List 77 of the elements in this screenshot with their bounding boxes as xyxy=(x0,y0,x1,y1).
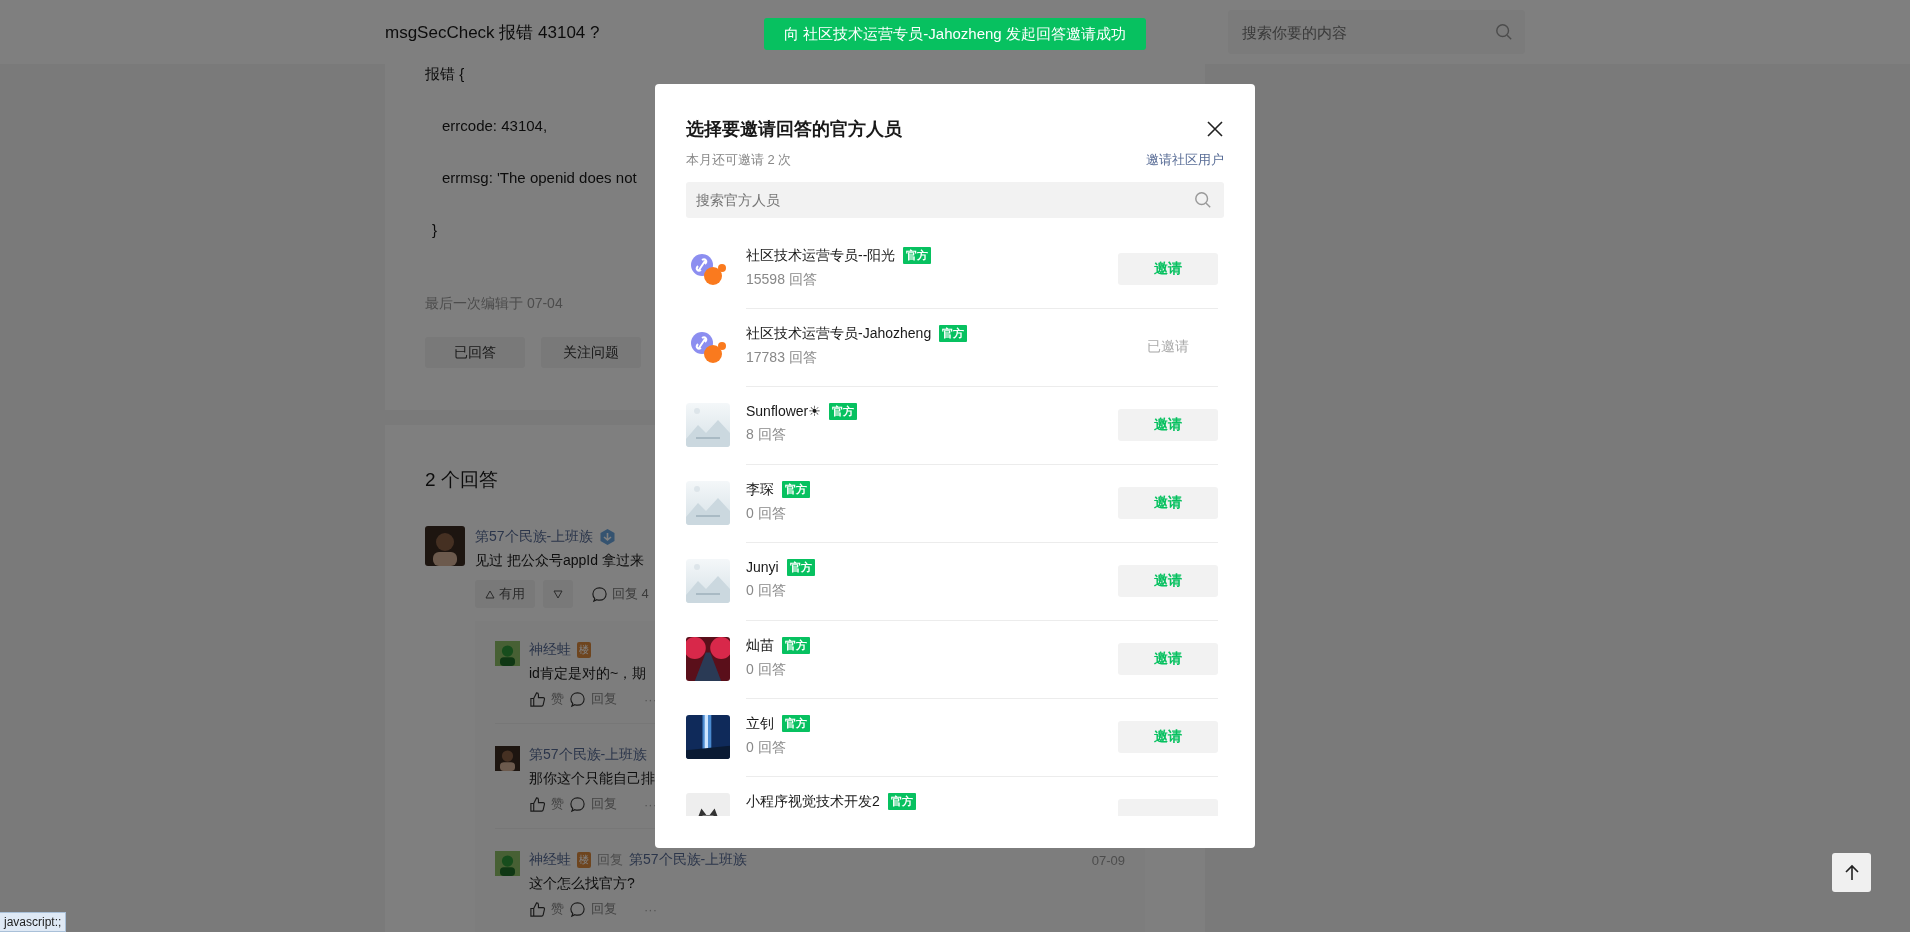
invite-button[interactable]: 邀请 xyxy=(1118,642,1218,675)
search-icon xyxy=(1495,23,1513,41)
search-field[interactable]: 搜索官方人员 xyxy=(686,182,1224,218)
invite-button[interactable]: 邀请 xyxy=(1118,486,1218,519)
member-name: 小程序视觉技术开发2 xyxy=(746,792,880,811)
floor-badge: 楼 xyxy=(577,852,591,868)
invite-button[interactable]: 邀请 xyxy=(1118,252,1218,285)
member-name: 社区技术运营专员-Jahozheng xyxy=(746,324,932,343)
invite-button[interactable]: 邀请 xyxy=(1118,720,1218,753)
more-link[interactable]: ··· xyxy=(644,901,657,917)
dialog-title: 选择要邀请回答的官方人员 xyxy=(686,118,902,141)
success-toast: 向 社区技术运营专员-Jahozheng 发起回答邀请成功 xyxy=(764,18,1146,50)
comment-icon xyxy=(591,585,608,603)
code-line: 报错 { xyxy=(425,64,465,84)
answer-count: 8 回答 xyxy=(746,425,787,444)
official-badge: 官方 xyxy=(786,558,815,576)
code-line: errcode: 43104, xyxy=(441,116,548,136)
code-line: errmsg: 'The openid does not xyxy=(441,168,637,188)
code-line: } xyxy=(431,220,438,238)
author-name[interactable]: 神经蛙 xyxy=(529,851,571,869)
official-badge: 官方 xyxy=(828,402,857,420)
official-badge: 官方 xyxy=(782,715,810,732)
author-name[interactable]: 第57个民族-上班族 xyxy=(629,851,748,869)
search-field[interactable]: 搜索你要的内容 xyxy=(1228,10,1525,54)
thumbs-up-icon xyxy=(529,795,546,813)
back-to-top-button[interactable] xyxy=(1832,853,1871,892)
triangle-up-icon xyxy=(485,589,495,599)
invite-button[interactable]: 邀请 xyxy=(1118,408,1218,441)
author-name[interactable]: 第57个民族-上班族 xyxy=(475,528,594,546)
official-badge: 官方 xyxy=(887,793,916,810)
answer-count: 0 回答 xyxy=(746,660,787,679)
answer-count: 15598 回答 xyxy=(746,270,818,289)
member-name: 社区技术运营专员--阳光 xyxy=(746,246,896,265)
image-placeholder-icon xyxy=(686,403,730,447)
answer-text: 见过 把公众号appId 拿过来 xyxy=(475,552,644,570)
answers-title: 2 个回答 xyxy=(425,468,498,492)
comment-icon xyxy=(569,900,586,918)
image-placeholder-icon xyxy=(686,481,730,525)
answer-count: 0 回答 xyxy=(746,581,787,600)
official-badge: 官方 xyxy=(782,637,810,654)
floor-badge: 楼 xyxy=(577,642,591,658)
invite-button[interactable]: 邀请 xyxy=(1118,564,1218,597)
invite-community-link[interactable]: 邀请社区用户 xyxy=(1146,151,1224,169)
official-badge: 官方 xyxy=(782,481,810,498)
thumbs-up-icon xyxy=(529,690,546,708)
official-badge: 官方 xyxy=(939,325,968,342)
member-name: Sunflower☀ xyxy=(746,403,821,419)
member-name: 灿苗 xyxy=(746,636,774,655)
close-button[interactable] xyxy=(1206,120,1224,138)
member-name: Junyi xyxy=(746,559,779,575)
reply-link[interactable]: 回复 4 xyxy=(591,585,649,603)
author-name[interactable]: 第57个民族-上班族 xyxy=(529,746,648,764)
useful-button[interactable]: 有用 xyxy=(475,580,535,608)
search-icon xyxy=(1194,191,1212,209)
invited-label: 已邀请 xyxy=(1118,330,1218,363)
comment-icon xyxy=(569,795,586,813)
answer-count: 0 回答 xyxy=(746,738,787,757)
answer-count: 17783 回答 xyxy=(746,348,818,367)
invite-quota: 本月还可邀请 2 次 xyxy=(686,151,792,169)
answer-count: 0 回答 xyxy=(746,504,787,523)
reply-text: 这个怎么找官方? xyxy=(529,874,635,893)
page-title: msgSecCheck 报错 43104 ? xyxy=(385,21,600,44)
triangle-down-icon xyxy=(553,589,563,599)
reply-text: id肯定是对的~，期 xyxy=(529,664,647,683)
thumbs-up-icon xyxy=(529,900,546,918)
image-placeholder-icon xyxy=(686,559,730,603)
author-name[interactable]: 神经蛙 xyxy=(529,641,571,659)
reply-text: 那你这个只能自己排 xyxy=(529,769,655,788)
comment-icon xyxy=(569,690,586,708)
close-icon xyxy=(1206,120,1224,138)
member-name: 立钊 xyxy=(746,714,774,733)
more-link[interactable]: ··· xyxy=(644,796,657,812)
action-button[interactable]: 已回答 xyxy=(425,337,525,368)
member-name: 李琛 xyxy=(746,480,774,499)
action-button[interactable]: 关注问题 xyxy=(541,337,641,368)
more-link[interactable]: ··· xyxy=(644,691,657,707)
official-badge: 官方 xyxy=(903,247,932,264)
